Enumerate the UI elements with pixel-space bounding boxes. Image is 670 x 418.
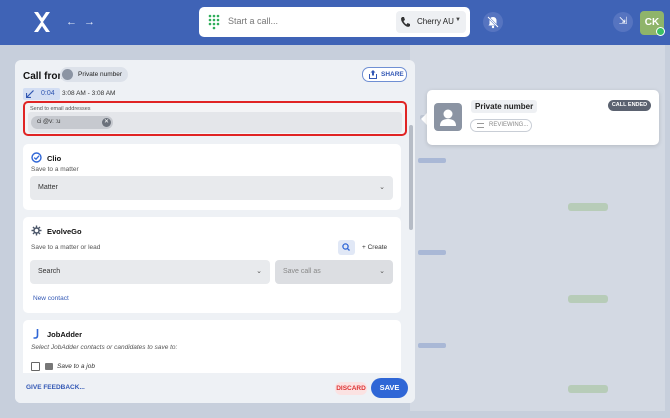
caller-chip-label: Private number [78, 71, 123, 78]
chevron-down-icon: ⌄ [379, 184, 385, 191]
evolvego-title: EvolveGo [47, 227, 82, 236]
chevron-down-icon: ⌄ [379, 268, 385, 275]
top-bar: ← → Start a call... Cherry AU ▼ ⇲ CK [0, 0, 670, 45]
call-time-range: 3:08 AM - 3:08 AM [62, 90, 116, 97]
share-label: SHARE [381, 71, 404, 78]
save-button[interactable]: SAVE [371, 378, 408, 398]
jobadder-card: JobAdder Select JobAdder contacts or can… [23, 320, 401, 380]
online-status-dot [656, 27, 665, 36]
bg-row [568, 295, 608, 303]
bg-row [568, 385, 608, 393]
evolvego-subtitle: Save to a matter or lead [31, 244, 101, 251]
lines-icon [477, 123, 484, 128]
clio-matter-dropdown[interactable]: Matter ⌄ [30, 176, 393, 200]
share-icon [369, 70, 377, 79]
region-label: Cherry AU [417, 17, 454, 26]
call-ended-badge: CALL ENDED [608, 100, 651, 111]
new-contact-link[interactable]: New contact [33, 295, 69, 302]
modal-scrollbar[interactable] [409, 125, 413, 230]
evolvego-logo-icon [31, 225, 42, 236]
modal-footer: GIVE FEEDBACK... DISCARD SAVE [15, 373, 415, 403]
incoming-call-icon [26, 90, 34, 98]
evolvego-card: EvolveGo Save to a matter or lead + Crea… [23, 217, 401, 313]
evolvego-search-dropdown[interactable]: Search ⌄ [30, 260, 270, 284]
briefcase-icon [45, 363, 53, 370]
jobadder-logo-icon [33, 329, 39, 339]
save-to-job-checkbox[interactable] [31, 362, 40, 371]
evolvego-search-label: Search [38, 268, 61, 275]
phone-icon [401, 17, 410, 27]
forward-arrow-icon[interactable]: → [82, 15, 97, 30]
start-call-bar[interactable]: Start a call... Cherry AU ▼ [199, 7, 470, 37]
give-feedback-link[interactable]: GIVE FEEDBACK... [26, 384, 85, 391]
bg-row [418, 250, 446, 255]
search-icon [342, 243, 350, 251]
jobadder-title: JobAdder [47, 330, 83, 339]
save-to-job-label: Save to a job [57, 363, 95, 370]
notifications-muted-button[interactable] [483, 12, 503, 32]
chevron-down-icon: ⌄ [256, 268, 262, 275]
person-icon [440, 109, 456, 126]
evolvego-search-button[interactable] [338, 240, 355, 255]
dialpad-icon [208, 14, 220, 30]
save-call-as-dropdown[interactable]: Save call as ⌄ [275, 260, 393, 284]
shrink-icon: ⇲ [618, 16, 628, 27]
region-select[interactable]: Cherry AU ▼ [396, 11, 466, 33]
bg-row [418, 343, 446, 348]
share-button[interactable]: SHARE [362, 67, 407, 82]
email-chip-value: ci @v: :u [37, 119, 61, 125]
clio-logo-icon [31, 152, 42, 163]
caller-chip[interactable]: Private number [60, 67, 129, 82]
jobadder-subtitle: Select JobAdder contacts or candidates t… [31, 344, 178, 351]
reviewing-label: REVIEWING... [489, 122, 529, 128]
email-chip[interactable]: ci @v: :u ✕ [31, 116, 113, 129]
reviewing-status: REVIEWING... [470, 119, 532, 132]
clio-subtitle: Save to a matter [31, 166, 79, 173]
bg-row [568, 203, 608, 211]
email-input[interactable]: ci @v: :u ✕ [28, 112, 402, 133]
clio-card: Clio Save to a matter Matter ⌄ [23, 144, 401, 210]
email-recipients-section: Send to email addresses ci @v: :u ✕ [23, 101, 407, 136]
bg-row [418, 158, 446, 163]
discard-button[interactable]: DISCARD [335, 382, 367, 395]
call-details-modal: Call from Private number SHARE 0:04 3:08… [15, 60, 415, 403]
save-call-as-label: Save call as [283, 268, 321, 275]
call-duration-badge: 0:04 [23, 88, 60, 100]
create-label: Create [367, 244, 388, 251]
bell-off-icon [487, 16, 499, 29]
caller-avatar [434, 103, 462, 131]
evolvego-create-button[interactable]: + Create [362, 244, 387, 251]
clio-matter-label: Matter [38, 184, 58, 191]
clio-title: Clio [47, 154, 62, 163]
call-duration: 0:04 [41, 90, 55, 97]
call-input-placeholder[interactable]: Start a call... [228, 16, 278, 26]
back-arrow-icon[interactable]: ← [64, 15, 79, 30]
call-status-popup: Private number REVIEWING... CALL ENDED [427, 90, 659, 145]
person-icon [62, 69, 73, 80]
caller-name: Private number [471, 100, 538, 113]
collapse-window-button[interactable]: ⇲ [613, 12, 633, 32]
chevron-down-icon: ▼ [455, 17, 461, 23]
app-logo [34, 12, 50, 32]
remove-email-icon[interactable]: ✕ [102, 118, 111, 127]
